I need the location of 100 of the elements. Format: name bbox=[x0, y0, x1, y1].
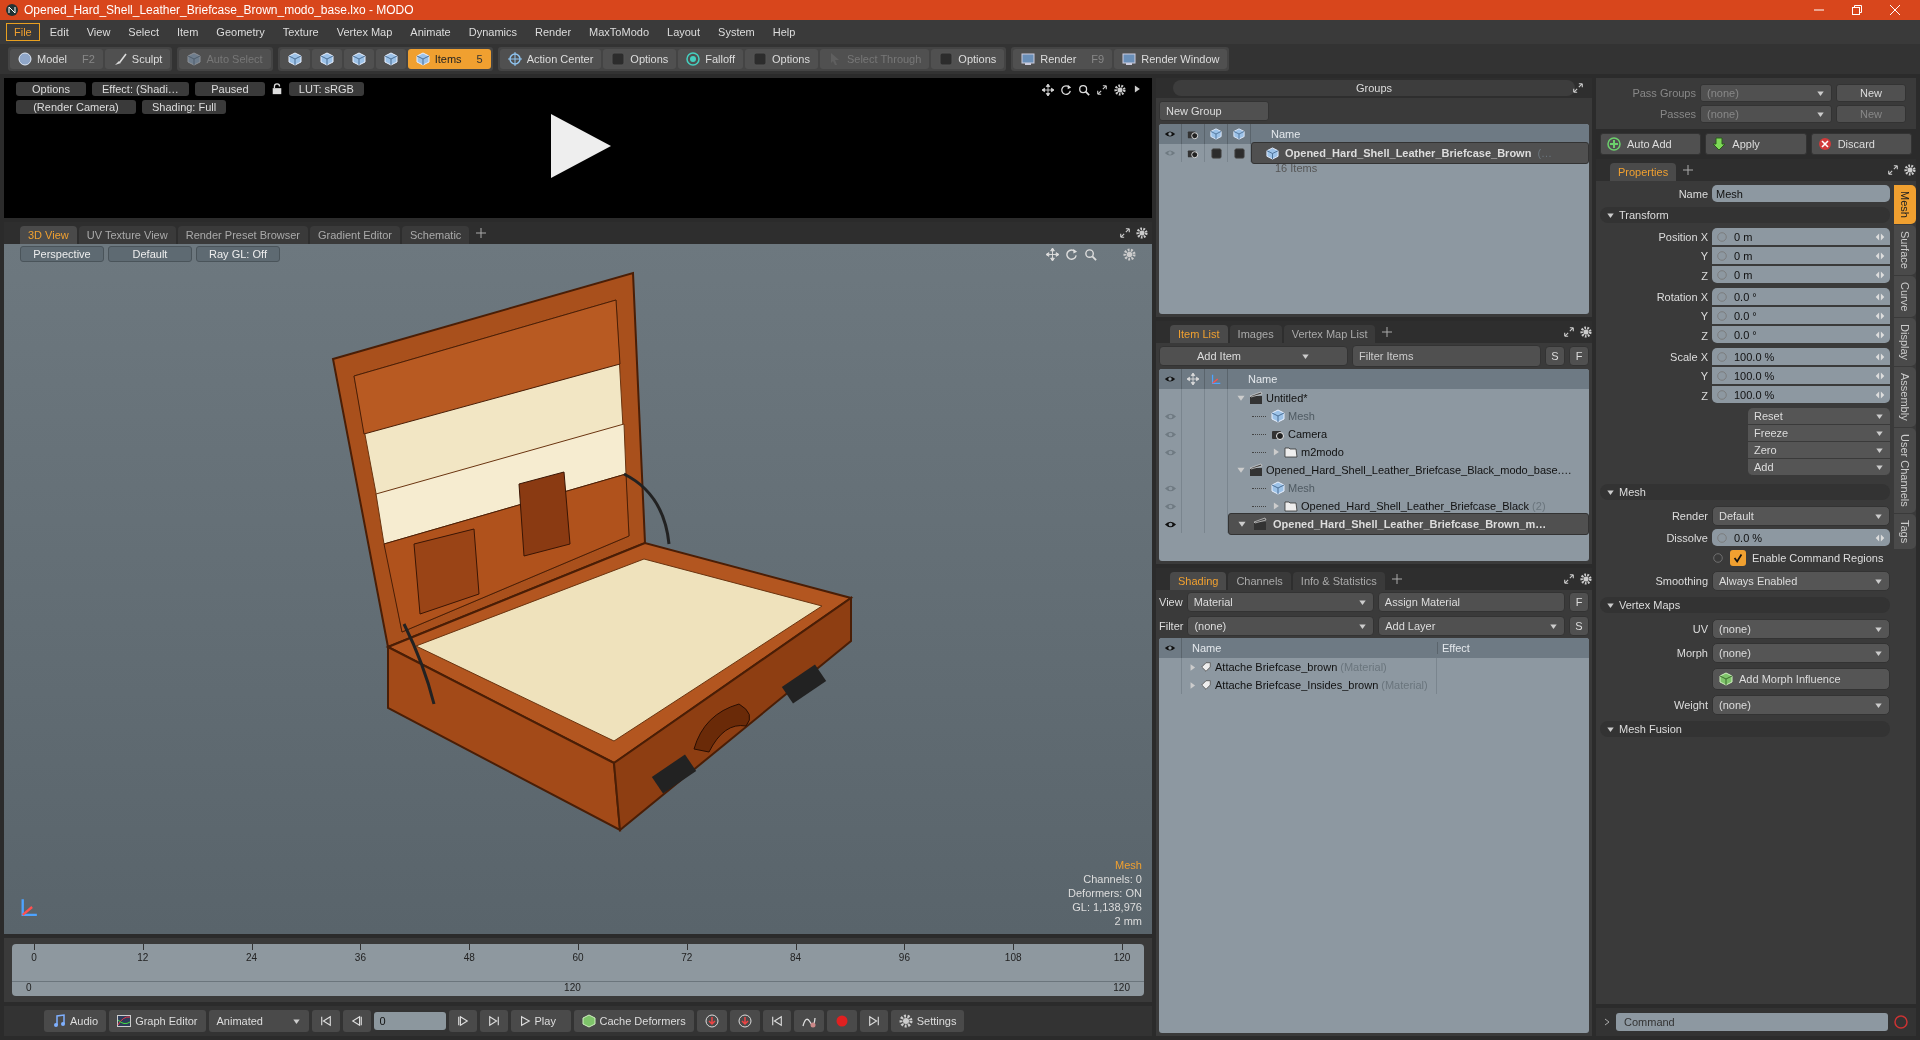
panel-tab[interactable]: Properties bbox=[1610, 163, 1677, 181]
s-toggle[interactable]: S bbox=[1545, 346, 1565, 366]
toolbar-button[interactable]: Falloff bbox=[678, 49, 744, 69]
number-field[interactable]: 0 m bbox=[1712, 247, 1890, 264]
toolbar-button[interactable] bbox=[311, 49, 342, 69]
toolbar-button[interactable]: Options bbox=[745, 49, 818, 69]
curve-button[interactable] bbox=[793, 1010, 824, 1032]
toolbar-button[interactable]: Options bbox=[931, 49, 1005, 69]
menu-item[interactable]: Layout bbox=[659, 23, 709, 41]
toolbar-button[interactable]: Render F9 bbox=[1013, 49, 1113, 69]
panel-tab[interactable]: Schematic bbox=[402, 226, 470, 244]
number-field[interactable]: 0 m bbox=[1712, 266, 1890, 283]
dropdown[interactable]: (none) bbox=[1712, 619, 1890, 639]
toolbar-button[interactable]: Render Window bbox=[1114, 49, 1228, 69]
close-icon[interactable] bbox=[1890, 5, 1900, 15]
frame-field[interactable]: 0 bbox=[373, 1012, 446, 1030]
add-layer-dropdown[interactable]: Add Layer bbox=[1378, 616, 1565, 636]
menu-item[interactable]: Help bbox=[764, 23, 804, 41]
menu-item[interactable]: Item bbox=[168, 23, 207, 41]
timeline-ruler[interactable]: 0 12 24 36 48 60 72 84 96 108 120 0 120 120 bbox=[12, 944, 1144, 996]
dropdown-menu[interactable]: Reset bbox=[1748, 408, 1890, 425]
skip-button[interactable] bbox=[859, 1010, 888, 1032]
viewport-button[interactable]: Perspective bbox=[20, 246, 104, 262]
view-dropdown[interactable]: Material bbox=[1186, 592, 1374, 612]
toolbar-button[interactable] bbox=[279, 49, 310, 69]
panel-tab[interactable]: UV Texture View bbox=[78, 226, 176, 244]
dropdown[interactable]: (none) bbox=[1712, 695, 1890, 715]
f-toggle[interactable]: F bbox=[1569, 346, 1589, 366]
tree-item[interactable]: Untitled* bbox=[1228, 389, 1314, 407]
menu-item[interactable]: View bbox=[78, 23, 119, 41]
dropdown[interactable]: Always Enabled bbox=[1712, 571, 1890, 591]
menu-item[interactable]: Dynamics bbox=[460, 23, 525, 41]
preview-button[interactable]: Options bbox=[16, 82, 86, 96]
panel-tab[interactable]: Item List bbox=[1170, 325, 1228, 343]
add-tab-icon[interactable] bbox=[475, 227, 488, 239]
viewport-button[interactable]: Default bbox=[108, 246, 192, 262]
f-toggle[interactable]: F bbox=[1569, 592, 1589, 612]
panel-tab[interactable]: 3D View bbox=[20, 226, 77, 244]
command-field[interactable]: Command bbox=[1616, 1013, 1888, 1031]
preview-button[interactable]: Paused bbox=[194, 82, 265, 96]
add-tab-icon[interactable] bbox=[1682, 164, 1695, 176]
pass-action-button[interactable]: Auto Add bbox=[1600, 133, 1702, 155]
group-item[interactable]: Opened_Hard_Shell_Leather_Briefcase_Brown (… bbox=[1251, 142, 1589, 164]
side-tab[interactable]: Assembly bbox=[1894, 367, 1916, 427]
last-frame-button[interactable] bbox=[479, 1010, 508, 1032]
panel-tab[interactable]: Vertex Map List bbox=[1283, 325, 1376, 343]
menu-item[interactable]: Geometry bbox=[208, 23, 273, 41]
toolbar-button[interactable] bbox=[375, 49, 406, 69]
new-group-button[interactable]: New Group bbox=[1159, 101, 1269, 121]
filter-dropdown[interactable]: (none) bbox=[1187, 616, 1375, 636]
dropdown-menu[interactable]: Add bbox=[1748, 459, 1890, 476]
side-tab[interactable]: Mesh bbox=[1894, 185, 1916, 224]
number-field[interactable]: 100.0 % bbox=[1712, 386, 1890, 403]
side-tab[interactable]: Display bbox=[1894, 318, 1916, 367]
3d-viewport[interactable]: Perspective Default Ray GL: Off Mesh Channels: 0 Deformers: ON GL: 1,138,976 2 mm bbox=[4, 244, 1152, 934]
toolbar-button[interactable]: Model F2 bbox=[10, 49, 103, 69]
checkbox[interactable]: Enable Command Regions bbox=[1712, 548, 1890, 568]
menu-item[interactable]: Render bbox=[527, 23, 580, 41]
panel-tab[interactable]: Shading bbox=[1170, 572, 1227, 590]
panel-tab[interactable]: Channels bbox=[1228, 572, 1291, 590]
viewport-button[interactable]: Ray GL: Off bbox=[196, 246, 280, 262]
toolbar-button[interactable]: Action Center bbox=[499, 49, 602, 69]
preview-button[interactable]: Shading: Full bbox=[142, 100, 227, 114]
side-tab[interactable]: User Channels bbox=[1894, 427, 1916, 513]
menu-item[interactable]: Vertex Map bbox=[328, 23, 401, 41]
dropdown[interactable]: (none) bbox=[1712, 643, 1890, 663]
preview-button[interactable]: (Render Camera) bbox=[16, 100, 136, 114]
number-field[interactable]: 0.0 ° bbox=[1712, 288, 1890, 305]
dropdown-menu[interactable]: Freeze bbox=[1748, 425, 1890, 442]
previous-frame-button[interactable] bbox=[342, 1010, 371, 1032]
menu-item[interactable]: Edit bbox=[41, 23, 77, 41]
filter-field[interactable]: Filter Items bbox=[1352, 345, 1541, 367]
menu-item[interactable]: Animate bbox=[402, 23, 459, 41]
section-header[interactable]: Mesh Fusion bbox=[1600, 721, 1890, 737]
cache-deformers-button[interactable]: Cache Deformers bbox=[573, 1010, 694, 1032]
preview-button[interactable]: LUT: sRGB bbox=[288, 82, 364, 96]
section-header[interactable]: Vertex Maps bbox=[1600, 597, 1890, 613]
tree-item[interactable]: Opened_Hard_Shell_Leather_Briefcase_Black_modo_base.… bbox=[1228, 461, 1578, 479]
dropdown-menu[interactable]: Zero bbox=[1748, 442, 1890, 459]
menu-item[interactable]: MaxToModo bbox=[581, 23, 657, 41]
toolbar-button[interactable] bbox=[343, 49, 374, 69]
settings-button[interactable]: Settings bbox=[890, 1010, 965, 1032]
stop-icon[interactable] bbox=[1894, 1015, 1908, 1029]
s-toggle[interactable]: S bbox=[1569, 616, 1589, 636]
tree-item[interactable]: Camera bbox=[1228, 425, 1334, 443]
toolbar-button[interactable]: Options bbox=[603, 49, 677, 69]
dropdown[interactable]: Default bbox=[1712, 506, 1890, 526]
menu-item[interactable]: Texture bbox=[274, 23, 327, 41]
graph-editor-button[interactable]: Graph Editor bbox=[109, 1010, 206, 1032]
side-tab[interactable]: Tags bbox=[1894, 513, 1916, 549]
restore-icon[interactable] bbox=[1852, 5, 1862, 15]
number-field[interactable]: 100.0 % bbox=[1712, 367, 1890, 384]
next-frame-button[interactable] bbox=[448, 1010, 477, 1032]
name-field[interactable]: Mesh bbox=[1712, 185, 1890, 202]
panel-tab[interactable]: Gradient Editor bbox=[310, 226, 400, 244]
preview-button[interactable]: Effect: (Shadi… bbox=[92, 82, 189, 96]
toolbar-button[interactable]: Sculpt bbox=[104, 49, 171, 69]
key-button[interactable] bbox=[729, 1010, 760, 1032]
add-morph-button[interactable]: Add Morph Influence bbox=[1712, 668, 1890, 690]
number-field[interactable]: 0.0 ° bbox=[1712, 307, 1890, 324]
